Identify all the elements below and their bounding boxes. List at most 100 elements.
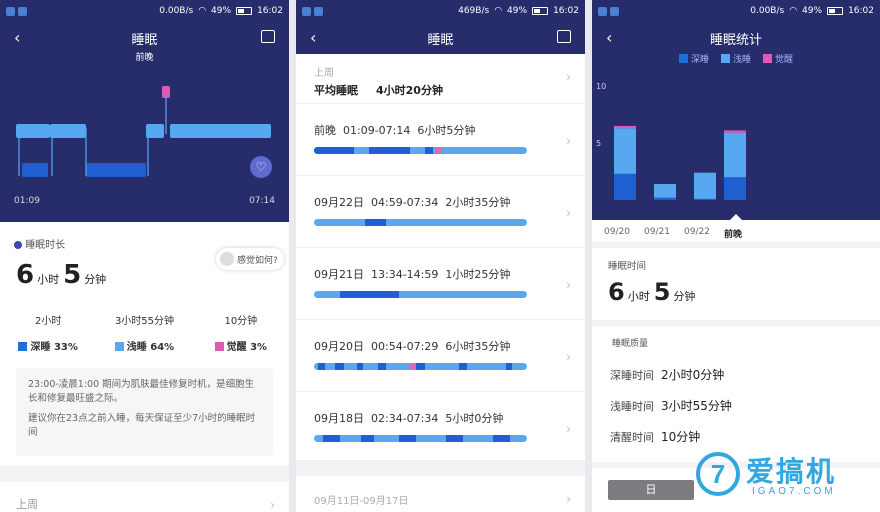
prev-week-row[interactable]: 09月11日-09月17日 › bbox=[296, 476, 585, 512]
wifi-icon: ◠ bbox=[789, 6, 798, 16]
sleep-header: 0.00B/s ◠ 49% 16:02 ‹ 睡眠 前晚 ♡ 01:09 07:1… bbox=[0, 0, 289, 222]
back-icon[interactable]: ‹ bbox=[310, 28, 316, 47]
deep-segment bbox=[322, 435, 340, 442]
duration-label: 睡眠时长 bbox=[25, 240, 66, 251]
chevron-right-icon: › bbox=[566, 350, 571, 364]
chevron-right-icon: › bbox=[566, 422, 571, 436]
record-row[interactable]: 前晚 01:09-07:14 6小时5分钟 › bbox=[296, 104, 585, 176]
record-row[interactable]: 09月18日 02:34-07:34 5小时0分钟 › bbox=[296, 392, 585, 464]
record-row[interactable]: 09月20日 00:54-07:29 6小时35分钟 › bbox=[296, 320, 585, 392]
chart-icon[interactable] bbox=[261, 30, 275, 43]
title-bar: ‹ 睡眠 bbox=[296, 22, 585, 54]
quality-card: 睡眠质量 深睡时间 2小时0分钟 浅睡时间 3小时55分钟 清醒时间 10分钟 bbox=[592, 326, 880, 462]
feeling-label: 感觉如何? bbox=[237, 255, 278, 266]
x-tick-label[interactable]: 前晚 bbox=[724, 227, 742, 240]
record-date: 09月20日 bbox=[314, 340, 364, 353]
deep-segment bbox=[365, 219, 387, 226]
status-bar: 469B/s ◠ 49% 16:02 bbox=[296, 0, 585, 22]
light-swatch bbox=[114, 342, 124, 351]
time-start: 01:09 bbox=[14, 196, 40, 206]
tip-text-1: 23:00-凌晨1:00 期间为肌肤最佳修复时机，是细胞生长和修复最旺盛之际。 bbox=[28, 379, 255, 404]
x-tick-label[interactable]: 09/22 bbox=[684, 227, 710, 237]
duration-value: 6 小时 5 分钟 bbox=[16, 260, 110, 290]
face-icon bbox=[220, 252, 234, 266]
record-row[interactable]: 09月22日 04:59-07:34 2小时35分钟 › bbox=[296, 176, 585, 248]
bar-deep bbox=[654, 197, 676, 200]
legend-light: 浅睡 64% bbox=[96, 338, 192, 353]
y-tick-label: 10 bbox=[596, 82, 606, 91]
back-icon[interactable]: ‹ bbox=[14, 28, 20, 47]
deep-segment bbox=[335, 363, 344, 370]
net-speed: 0.00B/s bbox=[159, 6, 194, 16]
hours: 6 bbox=[16, 260, 35, 290]
record-title: 09月21日 13:34-14:59 1小时25分钟 bbox=[314, 266, 510, 282]
legend-awake: 觉醒 3% bbox=[193, 338, 289, 353]
page-title: 睡眠 bbox=[131, 32, 158, 48]
deep-segment bbox=[458, 363, 468, 370]
deep-segment bbox=[446, 435, 464, 442]
brand-site: IGAO7.COM bbox=[752, 486, 836, 497]
bar-light bbox=[654, 184, 676, 198]
battery-icon bbox=[236, 7, 253, 15]
last-week-label: 上周 bbox=[16, 498, 38, 511]
tab-day[interactable]: 日 bbox=[608, 480, 694, 500]
awake-segment bbox=[409, 363, 417, 370]
minutes: 5 bbox=[63, 260, 82, 290]
tip-text-2: 建议你在23点之前入睡，每天保证至少7小时的睡眠时间 bbox=[28, 413, 256, 438]
deep-segment bbox=[339, 291, 400, 298]
deep-segment bbox=[369, 147, 410, 154]
x-tick-label[interactable]: 09/21 bbox=[644, 227, 670, 237]
deep-segment bbox=[360, 435, 374, 442]
net-speed: 0.00B/s bbox=[750, 6, 785, 16]
x-axis-labels: 09/20 09/21 09/22 前晚 bbox=[592, 214, 880, 242]
record-title: 前晚 01:09-07:14 6小时5分钟 bbox=[314, 122, 475, 138]
deep-segment bbox=[318, 363, 325, 370]
record-range: 04:59-07:34 bbox=[371, 196, 439, 209]
brand-name: 爱搞机 bbox=[746, 455, 837, 488]
stats-header: 0.00B/s ◠ 49% 16:02 ‹ 睡眠统计 深睡 浅睡 觉醒 10 5 bbox=[592, 0, 880, 220]
clock: 16:02 bbox=[257, 6, 283, 16]
page-title: 睡眠统计 bbox=[709, 32, 762, 48]
bar-awake bbox=[724, 130, 746, 133]
x-tick-label[interactable]: 09/20 bbox=[604, 227, 630, 237]
record-duration: 6小时35分钟 bbox=[445, 340, 511, 353]
back-icon[interactable]: ‹ bbox=[606, 28, 612, 47]
clock: 16:02 bbox=[553, 6, 579, 16]
record-duration: 5小时0分钟 bbox=[445, 412, 504, 425]
bar-light bbox=[694, 172, 716, 199]
tip-box: 23:00-凌晨1:00 期间为肌肤最佳修复时机，是细胞生长和修复最旺盛之际。 … bbox=[16, 368, 273, 456]
last-week-row[interactable]: 上周 › bbox=[0, 482, 289, 512]
app-notif-icon bbox=[598, 6, 607, 16]
feeling-button[interactable]: 感觉如何? bbox=[216, 248, 284, 270]
bar-deep bbox=[614, 173, 636, 200]
prev-week-label: 09月11日-09月17日 bbox=[314, 496, 409, 507]
chart-icon[interactable] bbox=[557, 30, 571, 43]
battery-pct: 49% bbox=[507, 6, 528, 16]
stats-bar-chart: 10 5 bbox=[596, 82, 746, 200]
awake-segment bbox=[435, 147, 442, 154]
quality-list: 深睡时间 2小时0分钟 浅睡时间 3小时55分钟 清醒时间 10分钟 bbox=[610, 360, 732, 453]
heart-icon[interactable]: ♡ bbox=[250, 156, 272, 178]
record-row[interactable]: 09月21日 13:34-14:59 1小时25分钟 › bbox=[296, 248, 585, 320]
stage-block bbox=[86, 163, 146, 177]
awake-swatch bbox=[214, 342, 224, 351]
week-label: 上周 bbox=[314, 68, 334, 79]
wifi-icon: ◠ bbox=[494, 6, 503, 16]
logo-icon: 7 bbox=[696, 452, 740, 496]
screen-sleep-detail: 0.00B/s ◠ 49% 16:02 ‹ 睡眠 前晚 ♡ 01:09 07:1… bbox=[0, 0, 289, 512]
week-summary[interactable]: 上周 平均睡眠 4小时20分钟 › bbox=[296, 54, 585, 104]
chevron-right-icon: › bbox=[566, 492, 571, 506]
duration-label-row: 睡眠时长 bbox=[14, 236, 65, 251]
deep-segment bbox=[377, 363, 387, 370]
quality-label: 睡眠质量 bbox=[612, 339, 649, 349]
record-range: 00:54-07:29 bbox=[371, 340, 439, 353]
bar-light bbox=[724, 132, 746, 178]
history-list: 上周 平均睡眠 4小时20分钟 › 前晚 01:09-07:14 6小时5分钟 ›… bbox=[296, 54, 585, 464]
app-notif-icon bbox=[6, 6, 15, 16]
stage-times: 2小时 3小时55分钟 10分钟 bbox=[0, 312, 289, 327]
sleep-time-card: 睡眠时间 6 小时 5 分钟 bbox=[592, 248, 880, 320]
avg-value: 4小时20分钟 bbox=[376, 84, 443, 97]
avg-label: 平均睡眠 bbox=[314, 84, 358, 97]
record-range: 01:09-07:14 bbox=[343, 124, 411, 137]
title-bar: ‹ 睡眠统计 bbox=[592, 22, 880, 54]
